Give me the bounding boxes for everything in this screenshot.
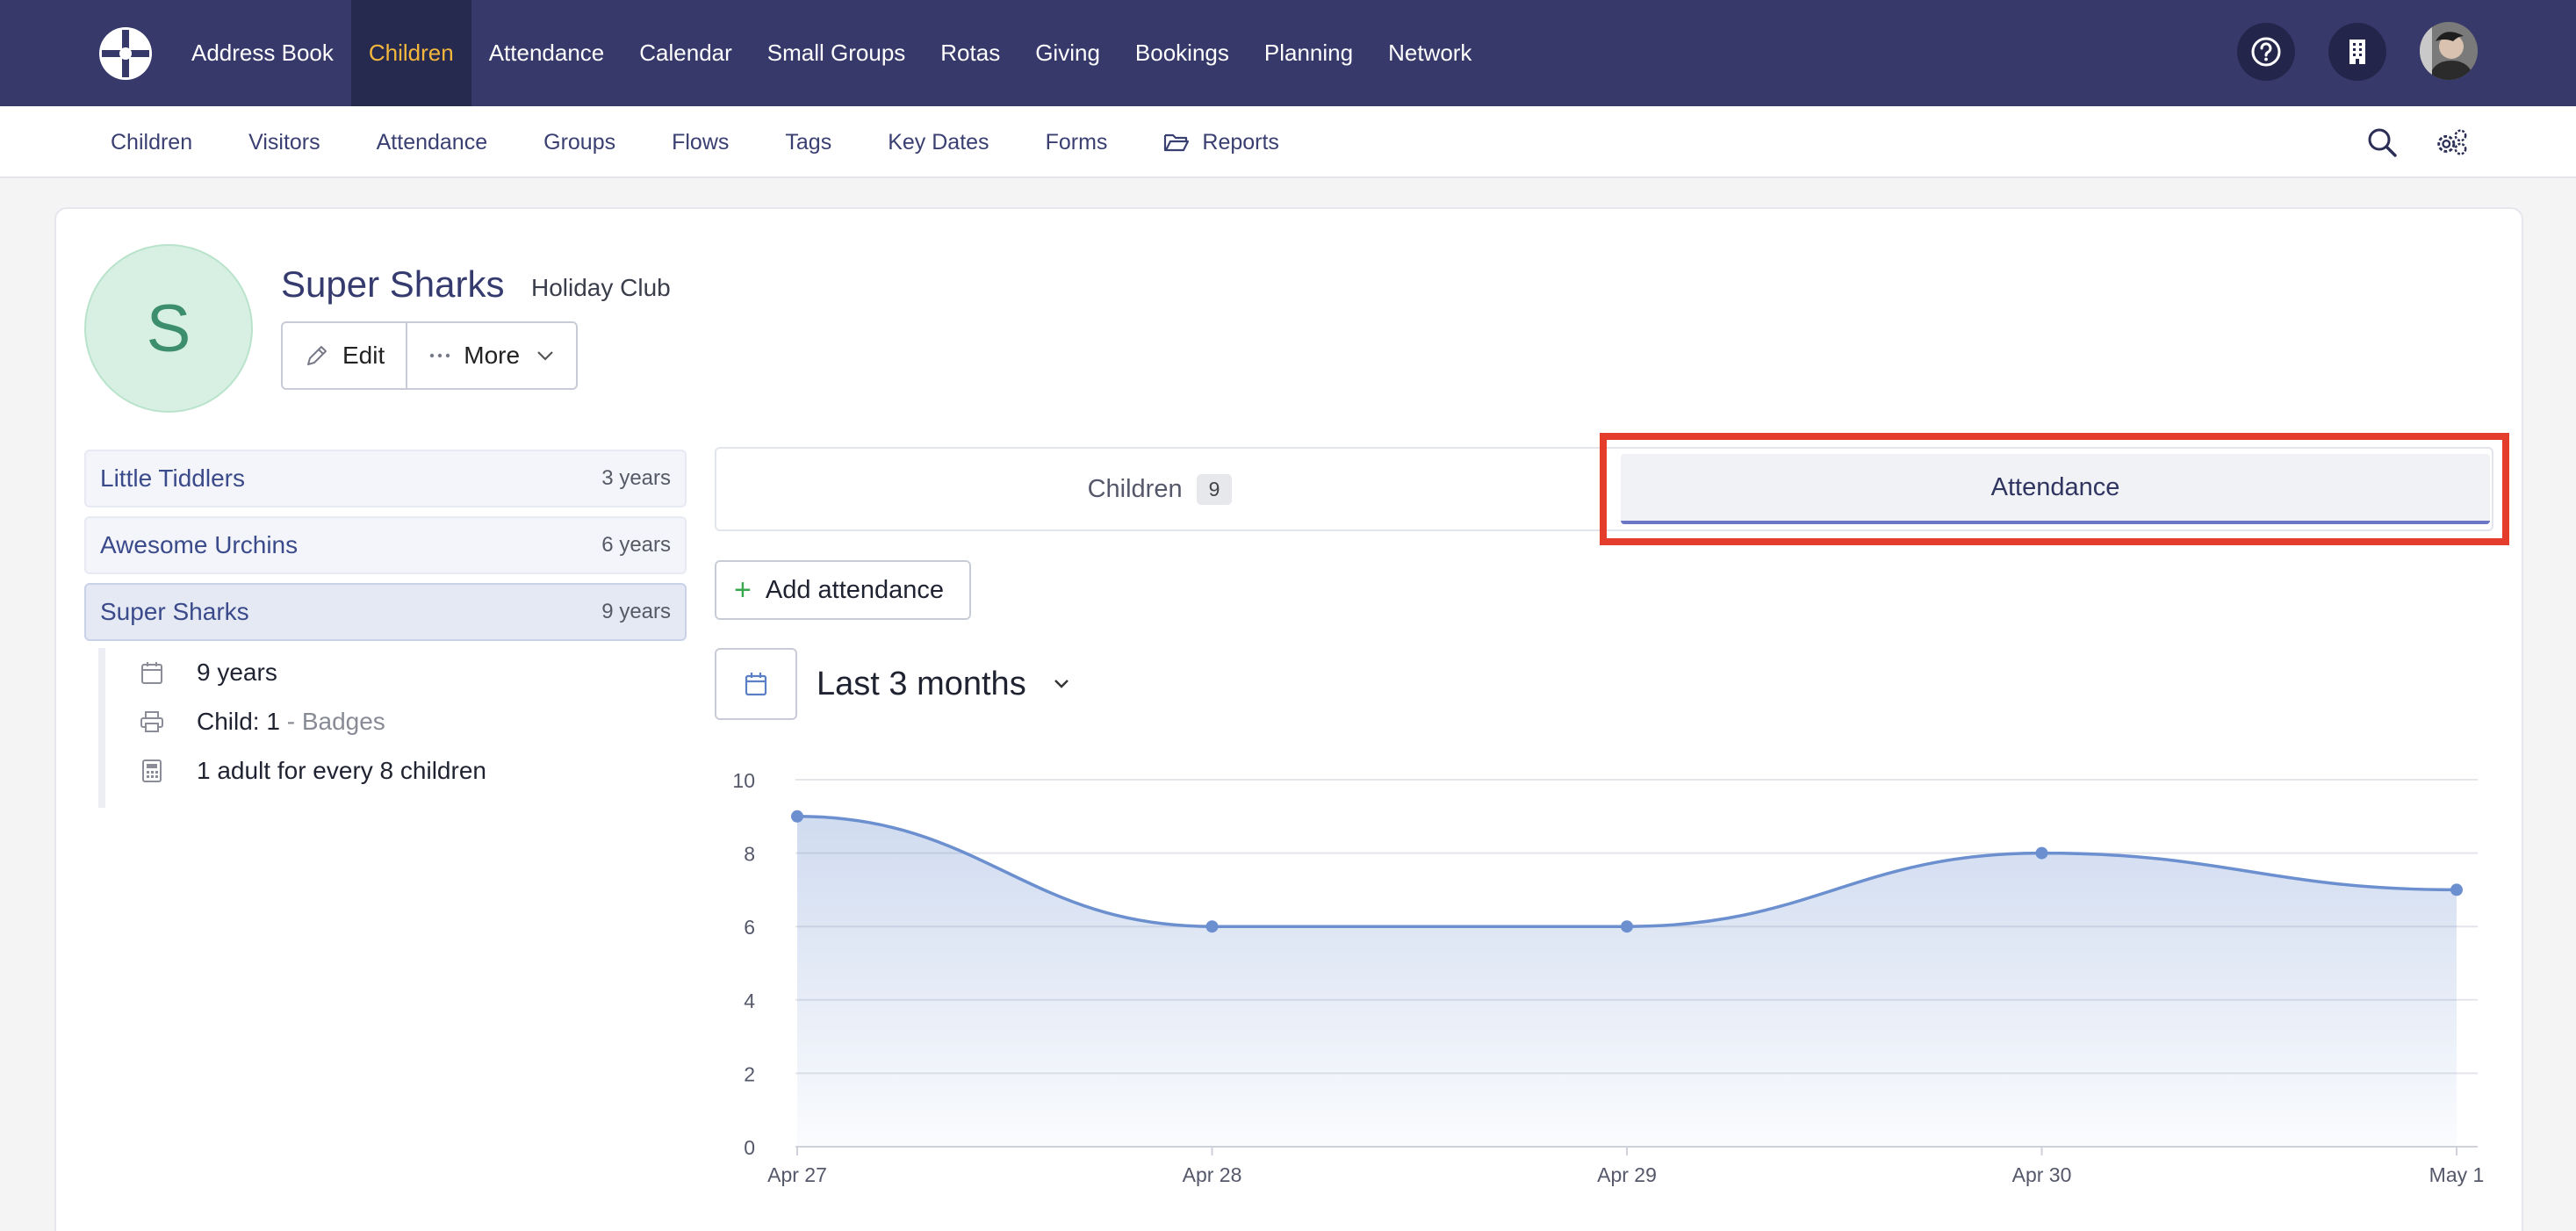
x-tick-label: Apr 27 xyxy=(767,1163,827,1186)
nav-address-book[interactable]: Address Book xyxy=(174,0,351,106)
data-point xyxy=(791,810,803,823)
nav-giving[interactable]: Giving xyxy=(1018,0,1118,106)
group-name: Awesome Urchins xyxy=(100,531,299,558)
subnav-groups[interactable]: Groups xyxy=(515,106,644,178)
date-range-label: Last 3 months xyxy=(817,665,1026,702)
attendance-chart-svg: 0 2 4 6 8 10 Apr 27 Apr 28 Apr 29 Apr 30 May 1 xyxy=(732,769,2485,1186)
calendar-icon xyxy=(139,659,165,686)
subnav-children[interactable]: Children xyxy=(83,106,220,178)
chevron-down-icon xyxy=(1054,680,1069,688)
nav-calendar[interactable]: Calendar xyxy=(622,0,750,106)
group-title: Super Sharks xyxy=(281,263,505,305)
date-range-select[interactable]: Last 3 months xyxy=(817,657,1070,711)
group-type-label: Holiday Club xyxy=(531,274,671,301)
detail-age: 9 years xyxy=(197,659,277,686)
calendar-icon xyxy=(745,673,767,696)
children-count-badge: 9 xyxy=(1196,473,1233,505)
reports-label: Reports xyxy=(1202,129,1279,155)
printer-icon xyxy=(139,709,165,735)
help-icon[interactable] xyxy=(2237,23,2295,81)
ellipsis-icon xyxy=(430,353,450,358)
secondary-navigation-bar: Children Visitors Attendance Groups Flow… xyxy=(0,106,2576,178)
add-attendance-label: Add attendance xyxy=(765,575,945,604)
plus-icon: + xyxy=(734,573,752,607)
x-tick-label: Apr 29 xyxy=(1597,1163,1657,1186)
subnav-forms[interactable]: Forms xyxy=(1018,106,1136,178)
group-age: 9 years xyxy=(601,600,671,623)
chevron-down-icon xyxy=(537,351,553,361)
nav-planning[interactable]: Planning xyxy=(1247,0,1371,106)
x-tick-label: May 1 xyxy=(2429,1163,2485,1186)
data-point xyxy=(2035,846,2048,860)
group-age: 6 years xyxy=(601,533,671,557)
y-tick-label: 4 xyxy=(744,990,755,1012)
nav-attendance[interactable]: Attendance xyxy=(471,0,622,106)
group-details: 9 years Child: 1 - Badges 1 adult for ev… xyxy=(98,648,687,808)
search-icon[interactable] xyxy=(2364,125,2400,160)
edit-button[interactable]: Edit xyxy=(283,323,406,388)
tab-children[interactable]: Children 9 xyxy=(716,449,1603,529)
detail-ratio: 1 adult for every 8 children xyxy=(197,757,486,784)
detail-badges: Child: 1 - Badges xyxy=(197,708,385,736)
subnav-reports[interactable]: Reports xyxy=(1135,106,1307,178)
add-attendance-button[interactable]: + Add attendance xyxy=(715,560,971,620)
nav-small-groups[interactable]: Small Groups xyxy=(750,0,924,106)
data-point xyxy=(1621,920,1633,933)
main-menu: Address Book Children Attendance Calenda… xyxy=(174,0,1489,106)
calculator-icon xyxy=(139,758,165,784)
subnav-flows[interactable]: Flows xyxy=(644,106,757,178)
date-picker-button[interactable] xyxy=(715,648,797,720)
top-navigation-bar: Address Book Children Attendance Calenda… xyxy=(0,0,2576,106)
data-point xyxy=(2450,883,2463,896)
more-label: More xyxy=(464,342,521,369)
group-avatar: S xyxy=(84,244,253,413)
edit-label: Edit xyxy=(342,342,385,369)
group-age: 3 years xyxy=(601,466,671,490)
group-list: Little Tiddlers 3 years Awesome Urchins … xyxy=(84,450,687,650)
folder-open-icon xyxy=(1164,133,1190,152)
nav-children[interactable]: Children xyxy=(350,0,471,106)
group-actions: Edit More xyxy=(281,321,579,390)
user-avatar[interactable] xyxy=(2420,22,2478,80)
gears-icon[interactable] xyxy=(2434,125,2469,160)
subnav-tags[interactable]: Tags xyxy=(757,106,860,178)
group-item-little-tiddlers[interactable]: Little Tiddlers 3 years xyxy=(84,450,687,508)
y-tick-label: 6 xyxy=(744,916,755,939)
nav-bookings[interactable]: Bookings xyxy=(1118,0,1247,106)
y-tick-label: 2 xyxy=(744,1062,755,1085)
subnav-attendance[interactable]: Attendance xyxy=(349,106,516,178)
y-tick-label: 0 xyxy=(744,1136,755,1159)
x-tick-label: Apr 30 xyxy=(2012,1163,2072,1186)
tab-children-label: Children xyxy=(1087,474,1183,503)
children-submenu: Children Visitors Attendance Groups Flow… xyxy=(83,106,1307,178)
attendance-tab-highlight xyxy=(1600,433,2509,545)
attendance-chart: 0 2 4 6 8 10 Apr 27 Apr 28 Apr 29 Apr 30 May 1 xyxy=(715,755,2490,1194)
nav-rotas[interactable]: Rotas xyxy=(923,0,1018,106)
pencil-icon xyxy=(307,346,327,365)
more-button[interactable]: More xyxy=(406,323,576,388)
building-icon[interactable] xyxy=(2328,23,2386,81)
subnav-key-dates[interactable]: Key Dates xyxy=(860,106,1017,178)
x-tick-label: Apr 28 xyxy=(1183,1163,1242,1186)
y-tick-label: 8 xyxy=(744,843,755,866)
group-item-awesome-urchins[interactable]: Awesome Urchins 6 years xyxy=(84,516,687,574)
badges-count: Child: 1 xyxy=(197,708,280,735)
subnav-visitors[interactable]: Visitors xyxy=(220,106,349,178)
nav-network[interactable]: Network xyxy=(1371,0,1489,106)
group-name: Little Tiddlers xyxy=(100,464,245,492)
group-item-super-sharks[interactable]: Super Sharks 9 years xyxy=(84,583,687,641)
app-logo-icon[interactable] xyxy=(97,25,155,83)
data-point xyxy=(1205,920,1219,933)
group-name: Super Sharks xyxy=(100,598,249,625)
y-tick-label: 10 xyxy=(732,769,755,792)
badges-link[interactable]: - Badges xyxy=(287,708,385,735)
